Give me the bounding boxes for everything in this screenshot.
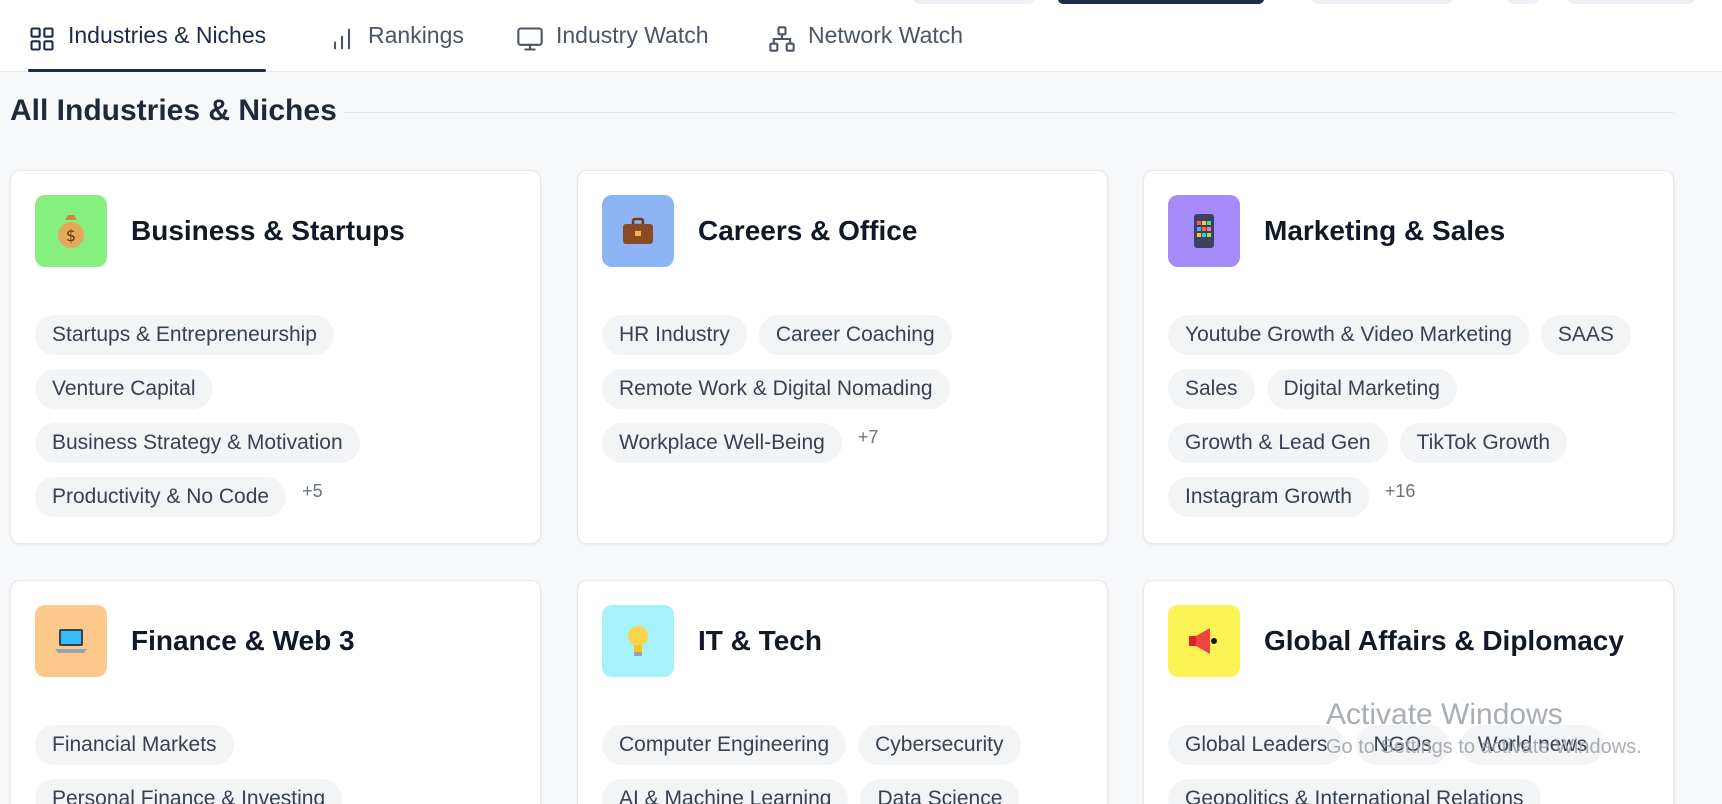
tab-rankings[interactable]: Rankings [328, 22, 464, 72]
grid-icon [30, 27, 54, 51]
niche-tag[interactable]: Youtube Growth & Video Marketing [1168, 315, 1529, 355]
niche-tag[interactable]: Personal Finance & Investing [35, 779, 343, 804]
network-icon [769, 26, 795, 52]
niche-tag[interactable]: HR Industry [602, 315, 747, 355]
niche-tag[interactable]: Business Strategy & Motivation [35, 423, 360, 463]
industry-card-global-affairs[interactable]: Global Affairs & Diplomacy Global Leader… [1143, 580, 1674, 804]
more-count[interactable]: +5 [302, 477, 323, 517]
card-title: Business & Startups [131, 215, 405, 246]
tab-label: Network Watch [808, 22, 964, 48]
niche-tag[interactable]: Computer Engineering [602, 725, 847, 765]
header-button-ghost [1312, 0, 1452, 4]
niche-tag[interactable]: Digital Marketing [1266, 369, 1457, 409]
tab-label: Industries & Niches [68, 22, 267, 48]
industry-card-business-startups[interactable]: $ Business & Startups Startups & Entrepr… [10, 170, 541, 544]
niche-tag[interactable]: NGOs [1356, 725, 1449, 765]
money-bag-icon: $ [35, 195, 107, 267]
niche-tag[interactable]: Startups & Entrepreneurship [35, 315, 334, 355]
niche-tag[interactable]: Productivity & No Code [35, 477, 287, 517]
industry-card-marketing-sales[interactable]: Marketing & Sales Youtube Growth & Video… [1143, 170, 1674, 544]
card-title: Global Affairs & Diplomacy [1264, 625, 1624, 656]
tab-network-watch[interactable]: Network Watch [768, 22, 963, 72]
niche-tag[interactable]: TikTok Growth [1399, 423, 1568, 463]
tag-list: Startups & Entrepreneurship Venture Capi… [35, 315, 520, 517]
tag-list: Global Leaders NGOs World news Geopoliti… [1168, 725, 1653, 804]
card-title: Marketing & Sales [1264, 215, 1506, 246]
more-count[interactable]: +7 [858, 423, 879, 463]
header-button-ghost [914, 0, 1034, 4]
tab-industry-watch[interactable]: Industry Watch [516, 22, 709, 72]
niche-tag[interactable]: Global Leaders [1168, 725, 1345, 765]
niche-tag[interactable]: Data Science [860, 779, 1020, 804]
niche-tag[interactable]: Financial Markets [35, 725, 234, 765]
header-button-ghost [1058, 0, 1264, 4]
niche-tag[interactable]: Sales [1168, 369, 1255, 409]
mobile-app-icon [1168, 195, 1240, 267]
laptop-icon [35, 605, 107, 677]
industry-card-it-tech[interactable]: IT & Tech Computer Engineering Cybersecu… [577, 580, 1108, 804]
header-button-ghost [1508, 0, 1538, 4]
more-count[interactable]: +16 [1385, 477, 1416, 517]
lightbulb-icon [602, 605, 674, 677]
niche-tag[interactable]: Venture Capital [35, 369, 213, 409]
megaphone-icon [1168, 605, 1240, 677]
monitor-icon [517, 27, 543, 51]
briefcase-icon [602, 195, 674, 267]
industry-card-finance-web3[interactable]: Finance & Web 3 Financial Markets Person… [10, 580, 541, 804]
tag-list: HR Industry Career Coaching Remote Work … [602, 315, 1087, 463]
niche-tag[interactable]: Instagram Growth [1168, 477, 1369, 517]
svg-text:$: $ [66, 226, 76, 245]
tag-list: Computer Engineering Cybersecurity AI & … [602, 725, 1087, 804]
niche-tag[interactable]: SAAS [1540, 315, 1631, 355]
page-title: All Industries & Niches [10, 94, 337, 127]
header-button-ghost [1568, 0, 1694, 4]
tag-list: Financial Markets Personal Finance & Inv… [35, 725, 520, 804]
card-title: IT & Tech [698, 625, 822, 656]
tab-label: Industry Watch [556, 22, 709, 48]
tag-list: Youtube Growth & Video Marketing SAAS Sa… [1168, 315, 1653, 517]
card-title: Careers & Office [698, 215, 918, 246]
tab-industries-niches[interactable]: Industries & Niches [28, 22, 267, 72]
niche-tag[interactable]: Workplace Well-Being [602, 423, 842, 463]
industry-card-careers-office[interactable]: Careers & Office HR Industry Career Coac… [577, 170, 1108, 544]
niche-tag[interactable]: Growth & Lead Gen [1168, 423, 1388, 463]
niche-tag[interactable]: Remote Work & Digital Nomading [602, 369, 950, 409]
niche-tag[interactable]: Geopolitics & International Relations [1168, 779, 1541, 804]
card-title: Finance & Web 3 [131, 625, 355, 656]
niche-tag[interactable]: Cybersecurity [858, 725, 1021, 765]
top-navigation: Industries & Niches Rankings Industry Wa… [0, 0, 1722, 72]
niche-tag[interactable]: World news [1460, 725, 1605, 765]
title-divider [344, 112, 1674, 113]
bar-chart-icon [333, 28, 351, 50]
niche-tag[interactable]: AI & Machine Learning [602, 779, 849, 804]
niche-tag[interactable]: Career Coaching [758, 315, 952, 355]
tab-label: Rankings [368, 22, 464, 48]
